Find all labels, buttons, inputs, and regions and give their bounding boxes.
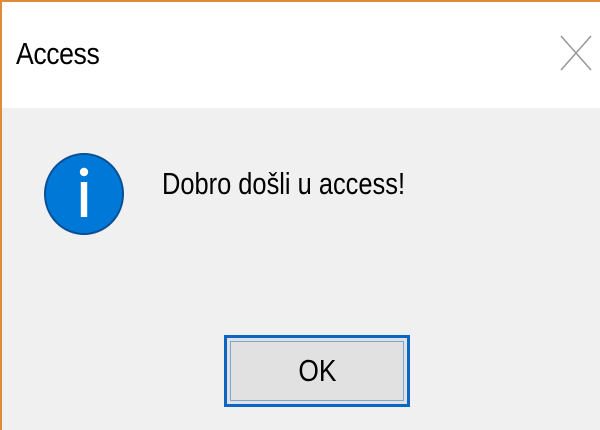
ok-button-focus-frame: OK <box>230 341 404 401</box>
dialog-content: Dobro došli u access! OK <box>2 108 600 430</box>
dialog-message: Dobro došli u access! <box>162 166 406 201</box>
ok-button-label: OK <box>297 353 337 388</box>
close-button[interactable] <box>557 30 595 74</box>
dialog-title-bar[interactable]: Access <box>2 2 600 108</box>
message-dialog: Access Dobro došli u access! OK <box>0 0 600 430</box>
dialog-title: Access <box>16 36 100 71</box>
information-icon <box>44 153 124 235</box>
ok-button[interactable]: OK <box>224 335 410 407</box>
close-icon <box>560 35 592 71</box>
